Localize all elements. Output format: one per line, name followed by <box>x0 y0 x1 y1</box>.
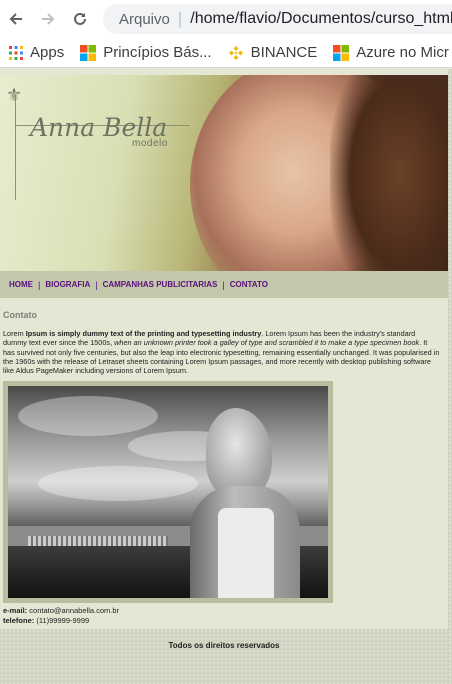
decor-line <box>15 95 16 200</box>
bookmark-binance[interactable]: BINANCE <box>228 44 318 61</box>
separator: | <box>177 9 183 28</box>
binance-logo-icon <box>228 45 243 60</box>
menu-divider: | <box>38 279 41 290</box>
reload-icon <box>74 12 86 25</box>
brand-subtitle: modelo <box>132 138 168 149</box>
italic-text: when an unknown printer took a galley of… <box>114 338 420 348</box>
back-button[interactable] <box>5 8 27 30</box>
menu-contato[interactable]: CONTATO <box>230 280 268 289</box>
main-menu: HOME | BIOGRAFIA | CAMPANHAS PUBLICITARI… <box>0 271 448 298</box>
scheme-label: Arquivo <box>119 10 170 28</box>
apps-grid-icon <box>9 45 23 60</box>
phone-value: (11)99999-9999 <box>36 615 90 625</box>
bookmark-label: BINANCE <box>250 44 318 61</box>
bookmarks-bar: Apps Princípios Bás... BINANCE Azure no … <box>0 38 452 68</box>
back-arrow-icon <box>9 13 22 25</box>
bold-text: Ipsum is simply dummy text of the printi… <box>25 329 262 338</box>
woman-head <box>206 408 272 498</box>
text-run: Lorem <box>3 329 26 338</box>
section-title: Contato <box>3 310 37 320</box>
main-content: Contato Lorem Ipsum is simply dummy text… <box>3 310 441 375</box>
url-text: /home/flavio/Documentos/curso_html-e <box>190 10 452 27</box>
forward-arrow-icon <box>42 13 55 25</box>
menu-divider: | <box>222 279 225 290</box>
menu-home[interactable]: HOME <box>9 280 33 289</box>
bookmark-label: Azure no Micr <box>356 44 449 61</box>
menu-campanhas[interactable]: CAMPANHAS PUBLICITARIAS <box>103 280 218 289</box>
contact-info: e-mail: contato@annabella.com.br telefon… <box>3 606 119 625</box>
cloud-shape <box>38 466 198 501</box>
web-page: ⚜ Anna Bella modelo HOME | BIOGRAFIA | C… <box>0 69 452 684</box>
model-photo <box>8 386 328 598</box>
microsoft-logo-icon <box>80 44 97 61</box>
menu-divider: | <box>95 279 98 290</box>
browser-toolbar: Arquivo | /home/flavio/Documentos/curso_… <box>0 0 452 38</box>
fleur-de-lis-icon: ⚜ <box>6 85 23 105</box>
model-hair <box>330 75 448 271</box>
footer-text: Todos os direitos reservados <box>168 641 280 650</box>
bookmark-azure[interactable]: Azure no Micr <box>333 44 449 61</box>
address-bar[interactable]: Arquivo | /home/flavio/Documentos/curso_… <box>103 4 452 34</box>
bookmark-apps[interactable]: Apps <box>9 44 64 61</box>
bookmark-label: Apps <box>30 44 65 61</box>
menu-biografia[interactable]: BIOGRAFIA <box>45 280 90 289</box>
woman-figure <box>190 408 300 598</box>
page-wrapper: ⚜ Anna Bella modelo HOME | BIOGRAFIA | C… <box>0 69 448 629</box>
photo-frame <box>3 381 333 603</box>
phone-line: telefone: (11)99999-9999 <box>3 616 119 626</box>
body-paragraph: Lorem Ipsum is simply dummy text of the … <box>3 329 441 375</box>
phone-label: telefone: <box>3 615 35 625</box>
header-banner: ⚜ Anna Bella modelo <box>0 75 448 271</box>
forward-button[interactable] <box>37 8 59 30</box>
microsoft-logo-icon <box>333 44 350 61</box>
email-label: e-mail: <box>3 606 28 615</box>
email-value: contato@annabella.com.br <box>29 606 120 615</box>
email-line: e-mail: contato@annabella.com.br <box>3 606 119 616</box>
cloud-shape <box>18 396 158 436</box>
bookmark-label: Princípios Bás... <box>103 44 212 61</box>
bookmark-principios[interactable]: Princípios Bás... <box>80 44 212 61</box>
woman-tank-top <box>218 508 274 598</box>
reload-button[interactable] <box>69 8 91 30</box>
